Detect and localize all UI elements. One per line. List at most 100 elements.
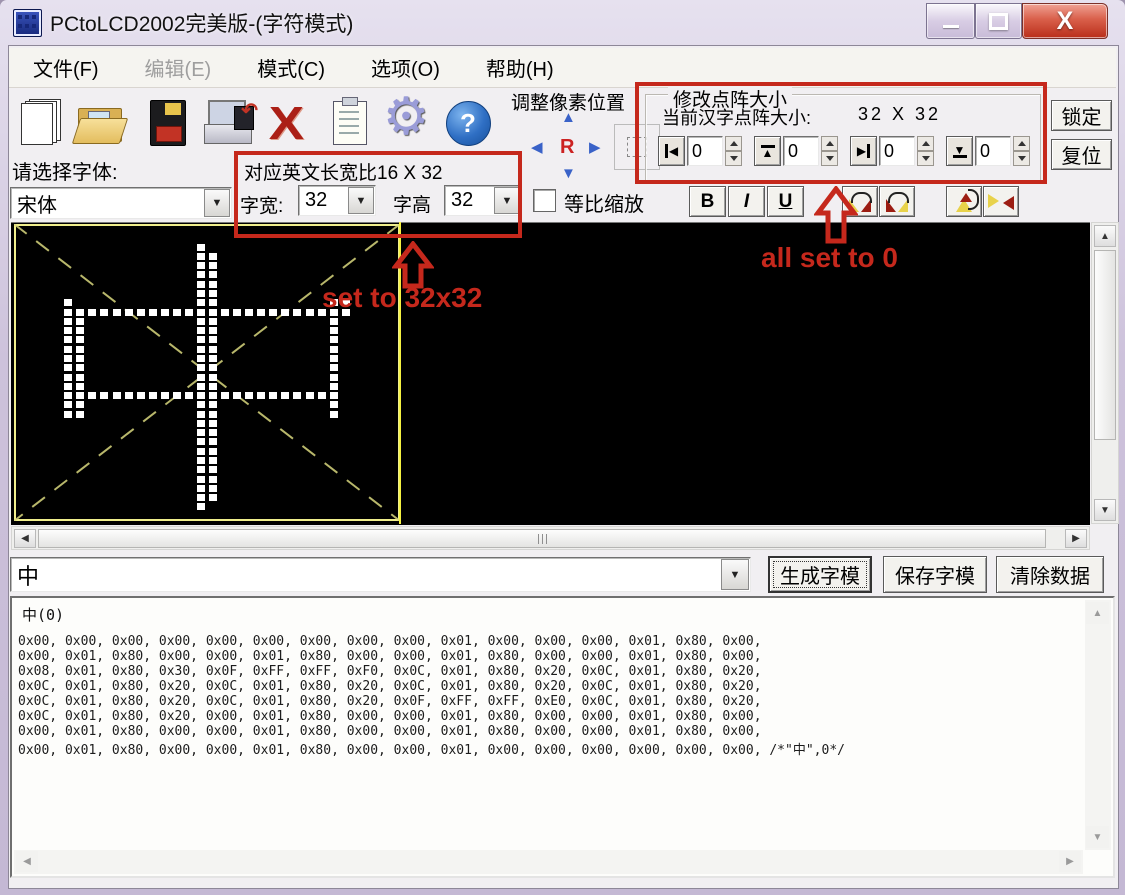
clear-data-button[interactable]: 清除数据 xyxy=(996,556,1104,593)
move-left-button[interactable]: ◀ xyxy=(531,140,543,155)
hex-line: 0x00, 0x01, 0x80, 0x00, 0x00, 0x01, 0x80… xyxy=(18,743,845,758)
move-up-button[interactable]: ▲ xyxy=(561,110,576,125)
hex-line: 0x00, 0x01, 0x80, 0x00, 0x00, 0x01, 0x80… xyxy=(18,724,762,739)
help-question-icon: ? xyxy=(445,100,491,146)
underline-button[interactable]: U xyxy=(767,186,804,217)
annotation-box-dot-matrix xyxy=(635,82,1047,184)
delete-x-icon: X xyxy=(268,97,304,149)
focus-rectangle xyxy=(773,561,867,588)
close-icon: X xyxy=(1056,6,1074,35)
move-right-button[interactable]: ▶ xyxy=(589,140,601,155)
export-button[interactable]: ↶ xyxy=(200,94,258,152)
flip-vertical-button[interactable] xyxy=(946,186,982,217)
scroll-left-button[interactable]: ◀ xyxy=(14,529,36,548)
arrow-left-icon: ◀ xyxy=(21,533,29,544)
scroll-down-button[interactable]: ▼ xyxy=(1094,499,1116,521)
char-input-value[interactable]: 中 xyxy=(11,559,720,591)
arrow-left-icon: ◀ xyxy=(531,139,543,156)
maximize-icon xyxy=(989,12,1008,30)
minimize-icon xyxy=(942,24,959,28)
preview-hscroll-thumb[interactable] xyxy=(38,529,1046,548)
arrow-up-icon: ▲ xyxy=(1100,230,1110,242)
new-file-icon xyxy=(21,99,61,145)
delete-button[interactable]: X xyxy=(258,94,314,152)
annotation-box-char-size xyxy=(234,151,522,238)
notes-button[interactable] xyxy=(322,94,378,152)
font-select-combo[interactable]: 宋体 ▼ xyxy=(10,187,232,219)
rotate-right-button[interactable] xyxy=(879,186,915,217)
hex-line: 0x08, 0x01, 0x80, 0x30, 0x0F, 0xFF, 0xFF… xyxy=(18,664,762,679)
font-select-label: 请选择字体: xyxy=(12,162,118,184)
output-horizontal-scrollbar[interactable]: ◀ ▶ xyxy=(14,850,1083,874)
preview-vscroll-thumb[interactable] xyxy=(1094,250,1116,440)
menu-file[interactable]: 文件(F) xyxy=(19,49,113,86)
scroll-right-button[interactable]: ▶ xyxy=(1059,851,1081,872)
save-font-button[interactable]: 保存字模 xyxy=(883,556,987,593)
proportional-scale-label: 等比缩放 xyxy=(564,194,644,216)
application-window: PCtoLCD2002完美版-(字符模式) X 文件(F) 编辑(E) 模式(C… xyxy=(0,0,1125,895)
arrow-right-icon: ▶ xyxy=(1066,856,1074,867)
hex-line: 0x00, 0x01, 0x80, 0x00, 0x00, 0x01, 0x80… xyxy=(18,649,762,664)
arrow-right-icon: ▶ xyxy=(1072,533,1080,544)
lock-button[interactable]: 锁定 xyxy=(1051,100,1112,131)
menu-mode[interactable]: 模式(C) xyxy=(243,49,339,86)
minimize-button[interactable] xyxy=(926,3,975,39)
menu-options[interactable]: 选项(O) xyxy=(357,49,454,86)
font-select-value: 宋体 xyxy=(17,194,57,217)
output-vertical-scrollbar[interactable]: ▲ ▼ xyxy=(1085,600,1111,850)
bold-button[interactable]: B xyxy=(689,186,726,217)
settings-button[interactable]: ⚙ xyxy=(378,87,434,147)
grid-guides xyxy=(14,224,400,521)
arrow-up-icon: ▲ xyxy=(1092,607,1103,619)
scroll-up-button[interactable]: ▲ xyxy=(1094,225,1116,247)
scroll-down-button[interactable]: ▼ xyxy=(1086,826,1109,848)
pixel-grid[interactable] xyxy=(14,224,400,521)
scroll-up-button[interactable]: ▲ xyxy=(1086,602,1109,624)
flip-horizontal-icon xyxy=(988,192,1014,212)
hex-line: 0x0C, 0x01, 0x80, 0x20, 0x00, 0x01, 0x80… xyxy=(18,709,762,724)
proportional-scale-checkbox[interactable] xyxy=(533,189,556,212)
close-button[interactable]: X xyxy=(1022,3,1108,39)
font-select-dropdown[interactable]: ▼ xyxy=(204,189,230,217)
open-folder-icon xyxy=(71,108,129,144)
annotation-size-note: set to 32x32 xyxy=(322,282,483,313)
hex-line: 0x00, 0x00, 0x00, 0x00, 0x00, 0x00, 0x00… xyxy=(18,634,762,649)
app-icon xyxy=(13,9,42,37)
hex-output-block: 0x00, 0x00, 0x00, 0x00, 0x00, 0x00, 0x00… xyxy=(18,634,845,758)
window-title: PCtoLCD2002完美版-(字符模式) xyxy=(50,12,354,36)
open-file-button[interactable] xyxy=(71,96,129,154)
arrow-down-icon: ▼ xyxy=(1100,504,1110,516)
menu-edit[interactable]: 编辑(E) xyxy=(131,49,226,86)
preview-vertical-scrollbar[interactable]: ▲ ▼ xyxy=(1091,222,1119,524)
arrow-right-icon: ▶ xyxy=(589,139,601,156)
title-bar: PCtoLCD2002完美版-(字符模式) X xyxy=(0,0,1125,45)
preview-horizontal-scrollbar[interactable]: ◀ ▶ xyxy=(11,526,1090,550)
char-input-combo[interactable]: 中 ▼ xyxy=(10,557,751,592)
help-button[interactable]: ? xyxy=(440,94,496,152)
export-icon: ↶ xyxy=(202,100,258,146)
move-down-button[interactable]: ▼ xyxy=(561,166,576,181)
new-file-button[interactable] xyxy=(10,92,66,150)
hex-line: 0x0C, 0x01, 0x80, 0x20, 0x0C, 0x01, 0x80… xyxy=(18,694,762,709)
chevron-down-icon: ▼ xyxy=(211,197,223,209)
reset-button[interactable]: 复位 xyxy=(1051,139,1112,170)
annotation-zero-note: all set to 0 xyxy=(761,242,898,273)
chevron-down-icon: ▼ xyxy=(729,568,741,581)
scroll-left-button[interactable]: ◀ xyxy=(16,851,38,872)
rotate-right-icon xyxy=(884,191,910,212)
char-input-dropdown[interactable]: ▼ xyxy=(721,559,749,590)
maximize-button[interactable] xyxy=(975,3,1022,39)
menu-help[interactable]: 帮助(H) xyxy=(472,49,568,86)
reset-position-button[interactable]: R xyxy=(560,136,574,159)
output-panel[interactable]: 中(0) 0x00, 0x00, 0x00, 0x00, 0x00, 0x00,… xyxy=(10,596,1115,878)
clipboard-icon xyxy=(333,97,367,145)
generate-font-button[interactable]: 生成字模 xyxy=(768,556,872,593)
italic-button[interactable]: I xyxy=(728,186,765,217)
flip-vertical-icon xyxy=(951,188,979,212)
flip-horizontal-button[interactable] xyxy=(983,186,1019,217)
scroll-right-button[interactable]: ▶ xyxy=(1065,529,1087,548)
save-button-toolbar[interactable] xyxy=(140,94,196,152)
hex-line: 0x0C, 0x01, 0x80, 0x20, 0x0C, 0x01, 0x80… xyxy=(18,679,762,694)
save-floppy-icon xyxy=(150,100,186,146)
arrow-up-icon: ▲ xyxy=(561,109,576,126)
